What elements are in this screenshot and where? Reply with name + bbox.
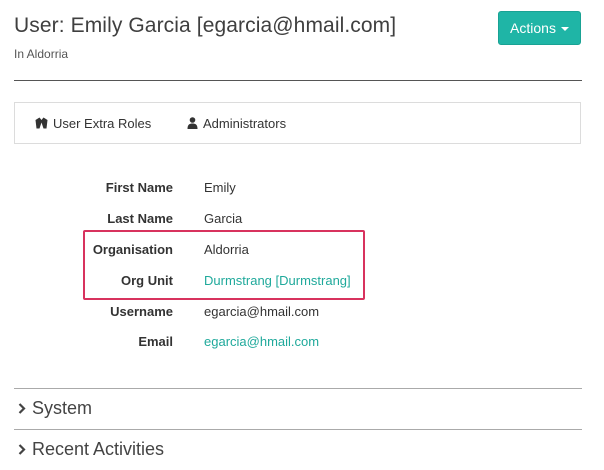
detail-row-org-unit: Org Unit Durmstrang [Durmstrang] <box>0 273 604 293</box>
detail-row-organisation: Organisation Aldorria <box>0 242 604 262</box>
chevron-right-icon <box>18 444 26 455</box>
org-unit-link[interactable]: Durmstrang [Durmstrang] <box>204 273 351 288</box>
tab-user-extra-roles[interactable]: User Extra Roles <box>35 103 151 143</box>
chevron-right-icon <box>18 403 26 414</box>
caret-down-icon <box>560 27 569 31</box>
page-title: User: Emily Garcia [egarcia@hmail.com] <box>14 14 397 37</box>
section-system[interactable]: System <box>18 398 92 419</box>
section-system-label: System <box>32 398 93 418</box>
actions-button[interactable]: Actions <box>498 11 581 45</box>
header-divider <box>14 80 582 81</box>
organisation-value: Aldorria <box>204 242 249 257</box>
email-label: Email <box>138 334 173 349</box>
organisation-label: Organisation <box>92 242 173 257</box>
person-icon <box>187 117 198 129</box>
last-name-value: Garcia <box>204 211 243 226</box>
email-link[interactable]: egarcia@hmail.com <box>204 334 319 349</box>
actions-button-label: Actions <box>510 20 556 36</box>
org-unit-label: Org Unit <box>121 273 173 288</box>
tab-administrators[interactable]: Administrators <box>187 103 286 143</box>
detail-row-username: Username egarcia@hmail.com <box>0 304 604 324</box>
username-label: Username <box>110 304 173 319</box>
section-recent-activities-label: Recent Activities <box>32 439 165 459</box>
tab-user-extra-roles-label: User Extra Roles <box>53 115 152 131</box>
section-recent-activities[interactable]: Recent Activities <box>18 439 164 460</box>
tab-administrators-label: Administrators <box>203 115 287 131</box>
username-value: egarcia@hmail.com <box>204 304 320 319</box>
detail-row-first-name: First Name Emily <box>0 180 604 200</box>
section-divider <box>14 388 582 389</box>
detail-row-email: Email egarcia@hmail.com <box>0 334 604 354</box>
jacket-icon <box>35 117 48 129</box>
tab-bar: User Extra Roles Administrators <box>14 102 581 144</box>
page-subtitle: In Aldorria <box>14 47 69 61</box>
last-name-label: Last Name <box>107 211 173 226</box>
first-name-label: First Name <box>105 180 173 195</box>
section-divider <box>14 429 582 430</box>
detail-row-last-name: Last Name Garcia <box>0 211 604 231</box>
first-name-value: Emily <box>204 180 236 195</box>
